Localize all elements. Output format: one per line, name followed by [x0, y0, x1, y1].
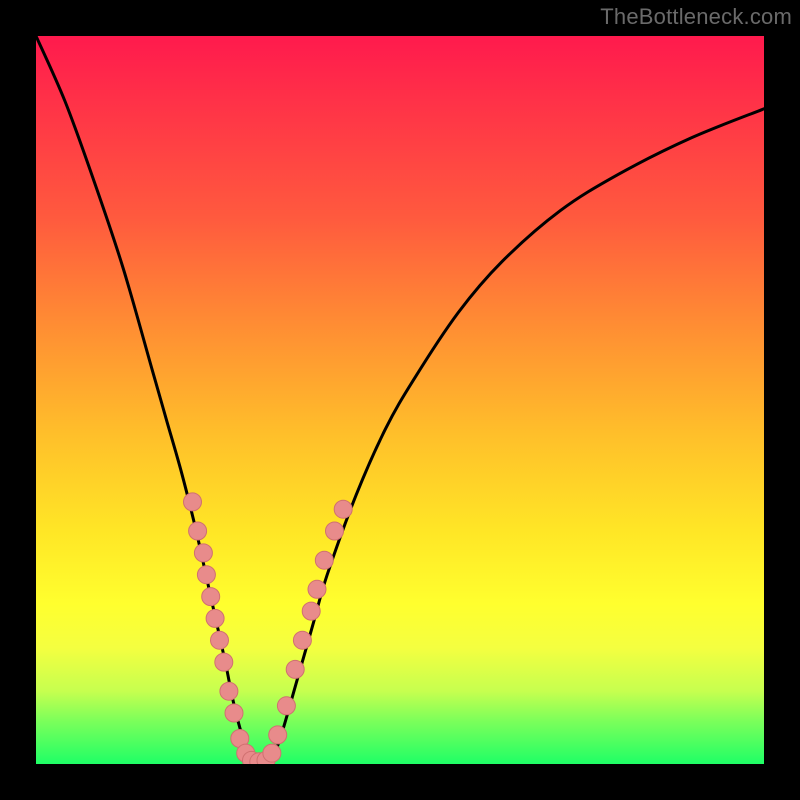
sample-dot	[334, 500, 352, 518]
sample-dot	[286, 660, 304, 678]
sample-dot	[197, 566, 215, 584]
sample-dot	[215, 653, 233, 671]
attribution-text: TheBottleneck.com	[600, 4, 792, 30]
sample-dot	[302, 602, 320, 620]
sample-dot	[225, 704, 243, 722]
plot-area	[36, 36, 764, 764]
sample-dot	[194, 544, 212, 562]
sample-dot	[220, 682, 238, 700]
sample-dot	[315, 551, 333, 569]
chart-frame: TheBottleneck.com	[0, 0, 800, 800]
sample-dot	[202, 588, 220, 606]
chart-svg	[36, 36, 764, 764]
sample-dot	[277, 697, 295, 715]
sample-dot	[211, 631, 229, 649]
sample-dot	[206, 609, 224, 627]
sample-dot	[308, 580, 326, 598]
sample-dot	[326, 522, 344, 540]
sample-dots-group	[184, 493, 353, 764]
sample-dot	[189, 522, 207, 540]
sample-dot	[263, 744, 281, 762]
sample-dot	[184, 493, 202, 511]
sample-dot	[293, 631, 311, 649]
bottleneck-curve	[36, 36, 764, 764]
sample-dot	[269, 726, 287, 744]
